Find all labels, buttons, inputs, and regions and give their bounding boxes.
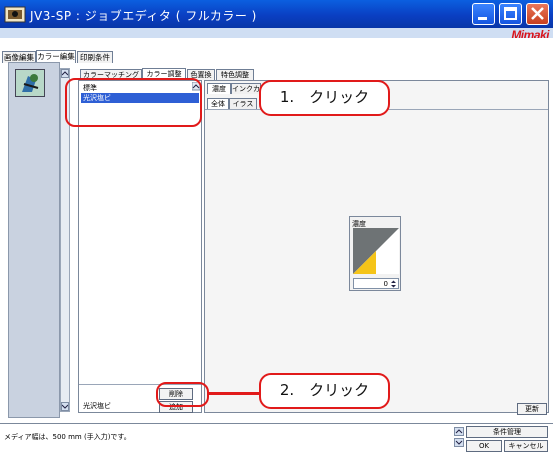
chevron-down-icon xyxy=(455,440,463,445)
callout-step-2: 2. クリック xyxy=(259,373,390,409)
density-value: 0 xyxy=(383,280,388,288)
highlight-list-item xyxy=(65,78,202,127)
tab-all[interactable]: 全体 xyxy=(207,98,229,109)
chevron-up-icon xyxy=(455,429,463,434)
stepper-arrows-icon[interactable] xyxy=(390,280,397,288)
tab-print-conditions[interactable]: 印刷条件 xyxy=(77,51,113,63)
maximize-button[interactable] xyxy=(499,3,522,25)
callout-connector xyxy=(209,392,259,395)
image-thumbnail[interactable] xyxy=(15,69,45,97)
status-scroll-down[interactable] xyxy=(454,438,464,447)
scroll-down-button[interactable] xyxy=(61,402,69,411)
close-icon xyxy=(531,7,544,20)
tab-illustration[interactable]: イラス xyxy=(229,98,257,109)
title-bar: JV3-SP : ジョブエディタ ( フルカラー ) Mimaki xyxy=(0,0,553,42)
tab-spot-color[interactable]: 特色調整 xyxy=(216,69,254,80)
density-control: 濃度 0 xyxy=(349,216,401,291)
setting-name-field[interactable]: 光沢塩ビ xyxy=(81,401,151,412)
tab-density[interactable]: 濃度 xyxy=(207,83,231,94)
ok-button[interactable]: OK xyxy=(466,440,502,452)
update-button[interactable]: 更新 xyxy=(517,403,547,415)
status-message: メディア幅は、500 mm (手入力)です。 xyxy=(4,433,131,441)
density-curve-icon[interactable] xyxy=(353,228,399,274)
adjustment-list-panel: 標準 光沢塩ビ 削除 光沢塩ビ 追加 xyxy=(78,80,202,413)
minimize-button[interactable] xyxy=(472,3,495,25)
status-scroll-up[interactable] xyxy=(454,427,464,436)
main-tab-bar: 画像編集 カラー編集 印刷条件 xyxy=(0,38,553,64)
thumbnail-panel xyxy=(8,62,60,418)
minimize-icon xyxy=(478,17,487,20)
maximize-icon xyxy=(504,7,517,20)
chevron-up-icon xyxy=(61,71,69,76)
close-button[interactable] xyxy=(526,3,549,25)
tab-ink-amount[interactable]: インクカ xyxy=(231,83,261,94)
callout-step-1: 1. クリック xyxy=(259,80,390,116)
condition-manage-button[interactable]: 条件管理 xyxy=(466,426,548,438)
image-preview-icon xyxy=(16,70,44,96)
scroll-up-button[interactable] xyxy=(61,69,69,78)
app-icon xyxy=(4,6,26,23)
window-title: JV3-SP : ジョブエディタ ( フルカラー ) xyxy=(30,9,257,23)
highlight-delete-button xyxy=(156,382,209,407)
density-value-stepper[interactable]: 0 xyxy=(353,278,399,289)
chevron-down-icon xyxy=(61,404,69,409)
status-bar: メディア幅は、500 mm (手入力)です。 条件管理 OK キャンセル xyxy=(0,423,553,461)
cancel-button[interactable]: キャンセル xyxy=(504,440,548,452)
